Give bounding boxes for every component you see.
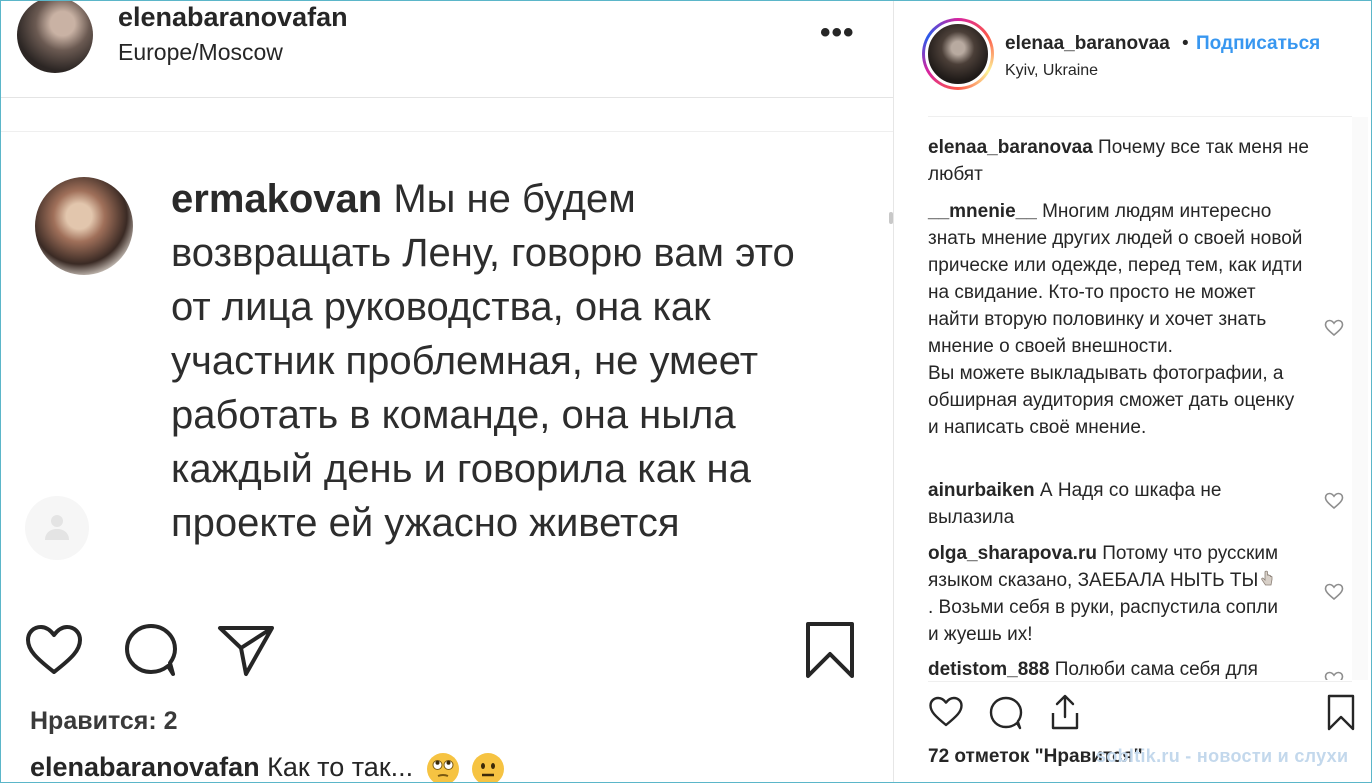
comment-item: ainurbaiken А Надя со шкафа не вылазила xyxy=(928,477,1308,531)
comment-text: . Возьми себя в руки, распустила сопли и… xyxy=(928,597,1278,645)
comment-icon[interactable] xyxy=(122,622,180,683)
comment-text: Вы можете выкладывать фотографии, а обши… xyxy=(928,363,1295,438)
comment-text: Полюби сама себя для xyxy=(1049,659,1258,680)
comment-item: __mnenie__ Многим людям интересно знать … xyxy=(928,198,1308,441)
quoted-avatar xyxy=(35,177,133,275)
bookmark-icon[interactable] xyxy=(1326,694,1356,737)
bookmark-icon[interactable] xyxy=(804,620,856,685)
right-post-actions xyxy=(894,690,1372,740)
heart-icon[interactable] xyxy=(928,696,964,733)
share-icon[interactable] xyxy=(216,622,276,683)
post-image: ermakovan Мы не будем возвращать Лену, г… xyxy=(0,131,893,601)
comment-username[interactable]: detistom_888 xyxy=(928,659,1049,680)
left-post-header: elenabaranovafan Europe/Moscow ••• xyxy=(0,0,893,98)
caption-username[interactable]: elenabaranovafan xyxy=(30,752,260,782)
quoted-username: ermakovan xyxy=(171,177,383,221)
more-options-icon[interactable]: ••• xyxy=(820,18,855,48)
comment-item: detistom_888 Полюби сама себя для xyxy=(928,656,1318,680)
quoted-comment: ermakovan Мы не будем возвращать Лену, г… xyxy=(171,172,841,550)
left-post-actions xyxy=(0,610,893,690)
caption-text: Как то так... xyxy=(259,752,414,782)
comment-username[interactable]: olga_sharapova.ru xyxy=(928,543,1097,564)
likes-count[interactable]: Нравится: 2 xyxy=(30,707,178,736)
divider xyxy=(928,681,1352,682)
profile-location[interactable]: Kyiv, Ukraine xyxy=(1005,62,1098,80)
post-caption: elenabaranovafan Как то так... xyxy=(30,752,505,783)
comment-item: elenaa_baranovaa Почему все так меня не … xyxy=(928,134,1338,188)
comment-text: Многим людям интересно знать мнение друг… xyxy=(928,201,1303,357)
post-location[interactable]: Europe/Moscow xyxy=(118,39,283,66)
story-ring[interactable] xyxy=(922,18,994,90)
right-header: elenaa_baranovaa • Подписаться Kyiv, Ukr… xyxy=(894,0,1372,116)
comment-like-heart-icon[interactable] xyxy=(1324,583,1344,606)
profile-username[interactable]: elenaa_baranovaa xyxy=(1005,33,1170,55)
comment-icon[interactable] xyxy=(988,695,1024,736)
post-username[interactable]: elenabaranovafan xyxy=(118,2,348,33)
placeholder-avatar-icon xyxy=(25,496,89,560)
comment-item: olga_sharapova.ru Потому что русским язы… xyxy=(928,540,1278,648)
quoted-text: Мы не будем возвращать Лену, говорю вам … xyxy=(171,177,795,545)
avatar[interactable] xyxy=(925,21,991,87)
comments-scrollbar[interactable] xyxy=(1352,117,1368,680)
eye-roll-emoji-icon xyxy=(426,752,459,783)
comment-like-heart-icon[interactable] xyxy=(1324,492,1344,515)
comments-list[interactable]: elenaa_baranovaa Почему все так меня не … xyxy=(894,117,1372,680)
avatar[interactable] xyxy=(17,0,93,73)
follow-button[interactable]: Подписаться xyxy=(1196,33,1320,55)
comment-like-heart-icon[interactable] xyxy=(1324,671,1344,680)
pointing-hand-emoji-icon xyxy=(1260,569,1274,587)
left-post: elenabaranovafan Europe/Moscow ••• ermak… xyxy=(0,0,893,783)
comment-like-heart-icon[interactable] xyxy=(1324,319,1344,342)
neutral-face-emoji-icon xyxy=(472,752,505,783)
comment-username[interactable]: elenaa_baranovaa xyxy=(928,137,1093,158)
comment-username[interactable]: __mnenie__ xyxy=(928,201,1037,222)
separator-bullet: • xyxy=(1182,33,1189,54)
heart-icon[interactable] xyxy=(24,624,84,681)
share-icon[interactable] xyxy=(1048,693,1082,736)
watermark-text: sobltik.ru - новости и слухи xyxy=(1096,746,1349,766)
comment-username[interactable]: ainurbaiken xyxy=(928,480,1035,501)
right-panel: elenaa_baranovaa • Подписаться Kyiv, Ukr… xyxy=(894,0,1372,783)
